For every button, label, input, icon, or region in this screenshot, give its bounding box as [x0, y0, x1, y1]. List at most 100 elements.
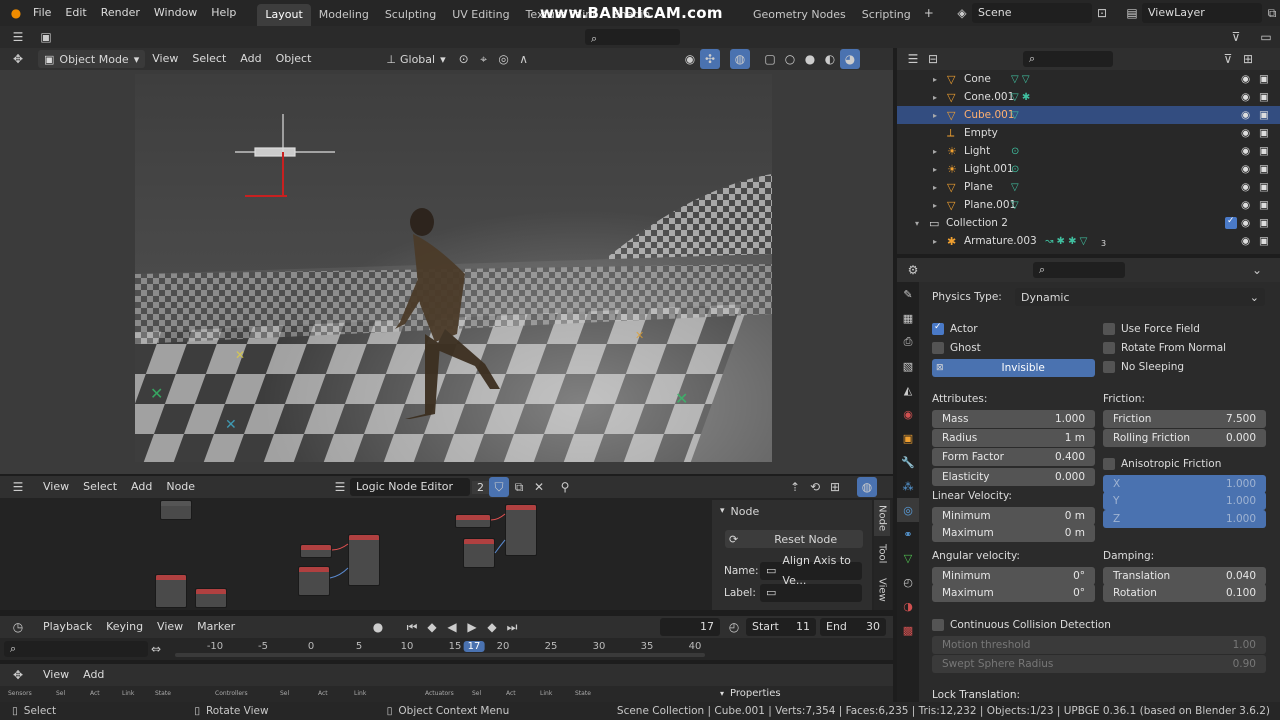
filter-icon[interactable]: ⊽: [1218, 49, 1238, 69]
vp-menu-select[interactable]: Select: [185, 46, 233, 72]
tool-tab-icon[interactable]: ✎: [897, 282, 919, 306]
rendered-shading-icon[interactable]: ◕: [840, 49, 860, 69]
node-editor-type-icon[interactable]: ☰: [8, 477, 28, 497]
vp-menu-view[interactable]: View: [145, 46, 185, 72]
motion-threshold-field[interactable]: Motion threshold 1.00: [932, 636, 1266, 654]
actuators-link[interactable]: Link: [540, 690, 552, 697]
controllers-link[interactable]: Link: [354, 690, 366, 697]
viewlayer-icon[interactable]: ▤: [1122, 3, 1142, 23]
sidebar-toggle-icon[interactable]: ▭: [1256, 27, 1276, 47]
outliner-search[interactable]: ⌕: [1023, 51, 1113, 67]
gizmo-icon[interactable]: ✣: [700, 49, 720, 69]
tab-modeling[interactable]: Modeling: [311, 4, 377, 26]
outliner-item[interactable]: ▸ ✱ Armature.003 ↝ ✱ ✱ ▽ 3 ◉ ▣: [897, 232, 1280, 250]
scene-tab-icon[interactable]: ◭: [897, 378, 919, 402]
outliner-item[interactable]: ▸ ▽ Plane ▽ ◉ ▣: [897, 178, 1280, 196]
prev-keyframe-icon[interactable]: ◆: [422, 617, 442, 637]
data-tab-icon[interactable]: ▽: [897, 546, 919, 570]
aniso-z-field[interactable]: Z 1.000: [1103, 510, 1266, 528]
logic-tab-icon[interactable]: ▩: [897, 618, 919, 642]
node-name-field[interactable]: ▭ Align Axis to Ve...: [760, 554, 862, 587]
anisotropic-checkbox[interactable]: Anisotropic Friction: [1103, 457, 1221, 470]
object-data-icon[interactable]: ▽: [1011, 200, 1019, 211]
visibility-icon[interactable]: ◉: [680, 49, 700, 69]
swept-sphere-field[interactable]: Swept Sphere Radius 0.90: [932, 655, 1266, 673]
object-data-icon[interactable]: ⊙: [1011, 164, 1019, 175]
camera-render-icon[interactable]: ▣: [1259, 145, 1269, 157]
ghost-checkbox[interactable]: Ghost: [932, 341, 981, 354]
timeline-scrollbar[interactable]: [175, 653, 705, 657]
reset-node-button[interactable]: ⟳ Reset Node: [725, 530, 863, 548]
snap-icon[interactable]: ⌖: [474, 49, 494, 69]
users-count[interactable]: 2: [472, 480, 489, 494]
timeline-editor-icon[interactable]: ◷: [8, 617, 28, 637]
eye-icon[interactable]: ◉: [1241, 235, 1250, 247]
view-layer-tab-icon[interactable]: ▧: [897, 354, 919, 378]
collection-checkbox-icon[interactable]: [1225, 216, 1237, 229]
controllers-sel[interactable]: Sel: [280, 690, 289, 697]
aniso-y-field[interactable]: Y 1.000: [1103, 492, 1266, 510]
display-mode-icon[interactable]: ⊟: [923, 49, 943, 69]
jump-end-icon[interactable]: ⏭: [502, 617, 522, 637]
outliner-item[interactable]: ▸ ▽ Cone.001 ▽ ✱ ◉ ▣: [897, 88, 1280, 106]
eye-icon[interactable]: ◉: [1241, 181, 1250, 193]
timeline-search[interactable]: ⌕: [4, 641, 148, 657]
expand-right-icon[interactable]: ▸: [933, 147, 937, 156]
outliner-editor-icon[interactable]: ☰: [903, 49, 923, 69]
play-reverse-icon[interactable]: ◀: [442, 617, 462, 637]
tab-scripting[interactable]: Scripting: [854, 4, 919, 26]
current-frame-marker[interactable]: 17: [463, 641, 485, 652]
object-data-icon[interactable]: ↝ ✱ ✱ ▽: [1045, 236, 1087, 247]
tab-tool[interactable]: Tool: [874, 536, 890, 572]
form-factor-field[interactable]: Form Factor 0.400: [932, 448, 1095, 466]
expand-right-icon[interactable]: ▸: [933, 111, 937, 120]
falloff-icon[interactable]: ∧: [514, 49, 534, 69]
transform-orientation[interactable]: ⊥ Global ▾: [386, 53, 445, 66]
copy-icon[interactable]: ⧉: [1262, 3, 1280, 23]
camera-render-icon[interactable]: ▣: [1259, 163, 1269, 175]
no-sleeping-checkbox[interactable]: No Sleeping: [1103, 360, 1184, 373]
outliner-item[interactable]: ▸ ☀ Light.001 ⊙ ◉ ▣: [897, 160, 1280, 178]
vp-menu-add[interactable]: Add: [233, 46, 268, 72]
parent-node-icon[interactable]: ⇡: [785, 477, 805, 497]
proportional-icon[interactable]: ◎: [494, 49, 514, 69]
outliner-item[interactable]: ▾ ▭ Collection 2 ◉ ▣: [897, 214, 1280, 232]
clock-icon[interactable]: ◴: [724, 617, 744, 637]
fake-user-icon[interactable]: ⛉: [489, 477, 509, 497]
overlay-icon[interactable]: ◍: [857, 477, 877, 497]
editor-type-icon[interactable]: ☰: [8, 27, 28, 47]
camera-render-icon[interactable]: ▣: [1259, 181, 1269, 193]
controllers-act[interactable]: Act: [318, 690, 328, 697]
add-workspace-icon[interactable]: +: [919, 3, 939, 23]
outliner-item[interactable]: ▸ ▽ Plane.001 ▽ ◉ ▣: [897, 196, 1280, 214]
expand-right-icon[interactable]: ▸: [933, 237, 937, 246]
pivot-icon[interactable]: ⊙: [454, 49, 474, 69]
current-frame-field[interactable]: 17: [660, 618, 720, 636]
mode-dropdown[interactable]: ▣ Object Mode ▾: [38, 50, 146, 68]
sensors-link[interactable]: Link: [122, 690, 134, 697]
scene-field[interactable]: Scene: [972, 3, 1092, 23]
end-frame-field[interactable]: End 30: [820, 618, 886, 636]
outliner-item[interactable]: ▸ ▽ Cone ▽ ▽ ◉ ▣: [897, 70, 1280, 88]
timeline-ruler[interactable]: ⌕ ⇔ -10 -5 0 5 10 15 17 20 25 30 35 40: [0, 638, 893, 660]
invisible-toggle[interactable]: ⊠ Invisible: [932, 359, 1095, 377]
constraints-tab-icon[interactable]: ⚭: [897, 522, 919, 546]
texture-tab-icon[interactable]: ◑: [897, 594, 919, 618]
object-data-icon[interactable]: ▽ ✱: [1011, 92, 1030, 103]
actuators-act[interactable]: Act: [506, 690, 516, 697]
expand-right-icon[interactable]: ▸: [933, 165, 937, 174]
tab-node[interactable]: Node: [874, 500, 890, 536]
camera-render-icon[interactable]: ▣: [1259, 235, 1269, 247]
viewlayer-field[interactable]: ViewLayer: [1142, 3, 1262, 23]
physics-tab-icon[interactable]: ◎: [897, 498, 919, 522]
eye-icon[interactable]: ◉: [1241, 163, 1250, 175]
node-tree-icon[interactable]: ☰: [330, 477, 350, 497]
le-menu-view[interactable]: View: [36, 662, 76, 688]
rotate-from-normal-checkbox[interactable]: Rotate From Normal: [1103, 341, 1226, 354]
camera-render-icon[interactable]: ▣: [1259, 109, 1269, 121]
menu-render[interactable]: Render: [94, 0, 147, 26]
ne-menu-node[interactable]: Node: [159, 474, 202, 500]
particles-tab-icon[interactable]: ⁂: [897, 474, 919, 498]
object-data-icon[interactable]: ▽: [1011, 110, 1019, 121]
object-tab-icon[interactable]: ▣: [897, 426, 919, 450]
